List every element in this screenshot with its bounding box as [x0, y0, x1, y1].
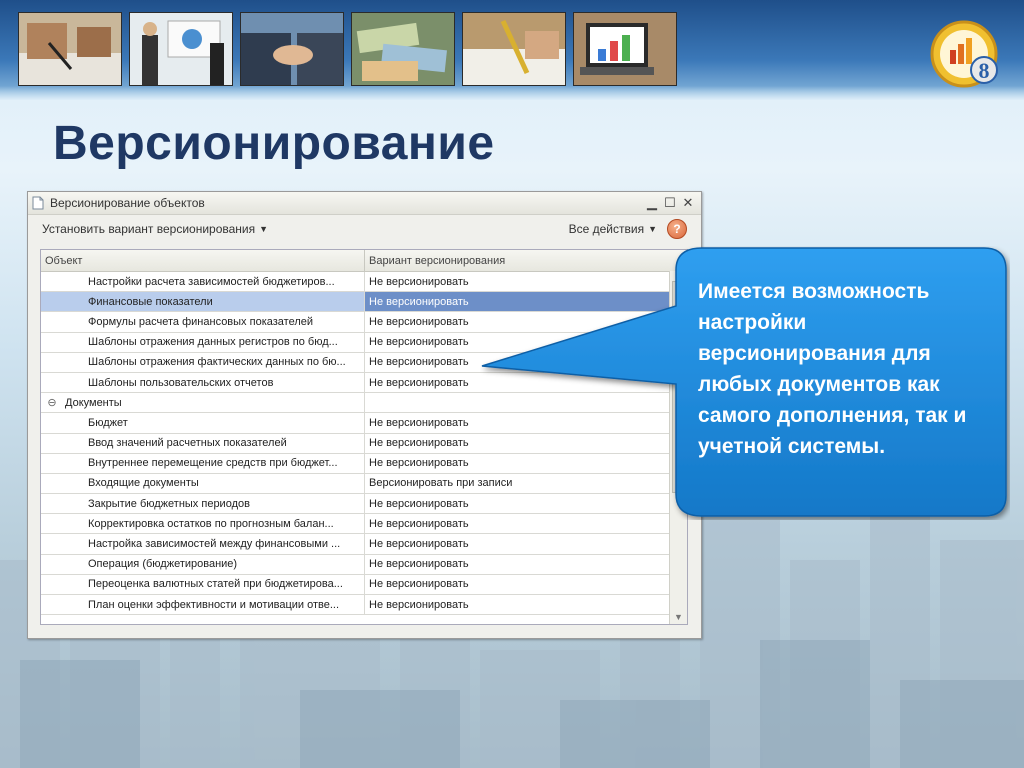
object-cell: Шаблоны пользовательских отчетов — [41, 372, 365, 393]
table-row[interactable]: Операция (бюджетирование) Не версионирова… — [41, 554, 687, 575]
object-cell: Входящие документы — [41, 473, 365, 494]
object-cell: ⊖ Документы — [41, 393, 365, 413]
variant-cell[interactable]: Не версионировать — [365, 595, 671, 614]
object-name: Настройки расчета зависимостей бюджетиро… — [88, 275, 335, 288]
collapse-icon[interactable]: ⊖ — [47, 396, 57, 409]
object-cell: Настройка зависимостей между финансовыми… — [41, 534, 365, 554]
all-actions-button[interactable]: Все действия ▼ — [569, 222, 657, 236]
object-cell: Финансовые показатели — [41, 292, 365, 312]
object-name: Формулы расчета финансовых показателей — [88, 315, 314, 328]
callout-text: Имеется возможность настройки версиониро… — [698, 280, 967, 458]
banknotes-photo — [351, 12, 455, 86]
object-name: Операция (бюджетирование) — [88, 558, 238, 571]
all-actions-label: Все действия — [568, 222, 645, 236]
object-cell: Закрытие бюджетных периодов — [41, 494, 365, 514]
object-cell: Переоценка валютных статей при бюджетиро… — [41, 574, 365, 594]
object-name: Бюджет — [88, 416, 128, 429]
minimize-icon[interactable]: ▁ — [643, 194, 661, 212]
object-cell: Настройки расчета зависимостей бюджетиро… — [41, 272, 365, 292]
object-name: Документы — [65, 396, 122, 409]
help-icon[interactable]: ? — [667, 219, 687, 239]
pen-signing-photo — [462, 12, 566, 86]
object-name: Входящие документы — [88, 477, 199, 490]
variant-cell[interactable]: Не версионировать — [365, 555, 671, 574]
document-icon — [32, 196, 44, 210]
table-row[interactable]: Настройка зависимостей между финансовыми… — [41, 534, 687, 555]
object-name: Внутреннее перемещение средств при бюдже… — [88, 457, 338, 470]
maximize-icon[interactable]: ☐ — [661, 194, 679, 212]
hands-writing-photo — [18, 12, 122, 86]
object-name: Настройка зависимостей между финансовыми… — [88, 538, 341, 551]
scroll-down-icon[interactable]: ▼ — [670, 610, 687, 624]
window-titlebar[interactable]: Версионирование объектов ▁ ☐ ✕ — [28, 192, 701, 215]
object-name: Финансовые показатели — [88, 295, 213, 308]
object-name: Ввод значений расчетных показателей — [88, 437, 287, 450]
close-icon[interactable]: ✕ — [679, 194, 697, 212]
handshake-photo — [240, 12, 344, 86]
presentation-photo — [129, 12, 233, 86]
set-variant-label: Установить вариант версионирования — [42, 222, 256, 236]
object-name: Закрытие бюджетных периодов — [88, 497, 250, 510]
object-name: Корректировка остатков по прогнозным бал… — [88, 517, 334, 530]
object-cell: Корректировка остатков по прогнозным бал… — [41, 514, 365, 534]
object-cell: Шаблоны отражения данных регистров по бю… — [41, 332, 365, 352]
object-cell: Операция (бюджетирование) — [41, 554, 365, 574]
company-logo: 8 — [930, 20, 998, 88]
laptop-chart-photo — [573, 12, 677, 86]
column-header-object[interactable]: Объект — [41, 250, 365, 271]
logo-number: 8 — [979, 58, 990, 83]
object-name: Шаблоны отражения фактических данных по … — [88, 356, 346, 369]
object-cell: Формулы расчета финансовых показателей — [41, 312, 365, 332]
slide-title: Версионирование — [53, 117, 495, 170]
object-name: Переоценка валютных статей при бюджетиро… — [88, 578, 343, 591]
callout: Имеется возможность настройки версиониро… — [480, 246, 1010, 520]
table-row[interactable]: Переоценка валютных статей при бюджетиро… — [41, 574, 687, 595]
object-name: Шаблоны отражения данных регистров по бю… — [88, 336, 338, 349]
set-variant-button[interactable]: Установить вариант версионирования ▼ — [42, 222, 268, 236]
dropdown-arrow-icon: ▼ — [259, 224, 269, 234]
dropdown-arrow-icon: ▼ — [648, 224, 657, 234]
object-cell: Бюджет — [41, 413, 365, 433]
object-cell: Внутреннее перемещение средств при бюдже… — [41, 453, 365, 473]
photo-strip — [18, 12, 677, 86]
table-row[interactable]: План оценки эффективности и мотивации от… — [41, 595, 687, 616]
variant-cell[interactable]: Не версионировать — [365, 534, 671, 553]
object-name: Шаблоны пользовательских отчетов — [88, 376, 274, 389]
object-name: План оценки эффективности и мотивации от… — [88, 598, 340, 611]
variant-cell[interactable]: Не версионировать — [365, 575, 671, 594]
object-cell: План оценки эффективности и мотивации от… — [41, 595, 365, 615]
object-cell: Шаблоны отражения фактических данных по … — [41, 352, 365, 372]
window-title: Версионирование объектов — [50, 196, 205, 210]
window-toolbar: Установить вариант версионирования ▼ Все… — [28, 215, 701, 243]
object-cell: Ввод значений расчетных показателей — [41, 433, 365, 453]
